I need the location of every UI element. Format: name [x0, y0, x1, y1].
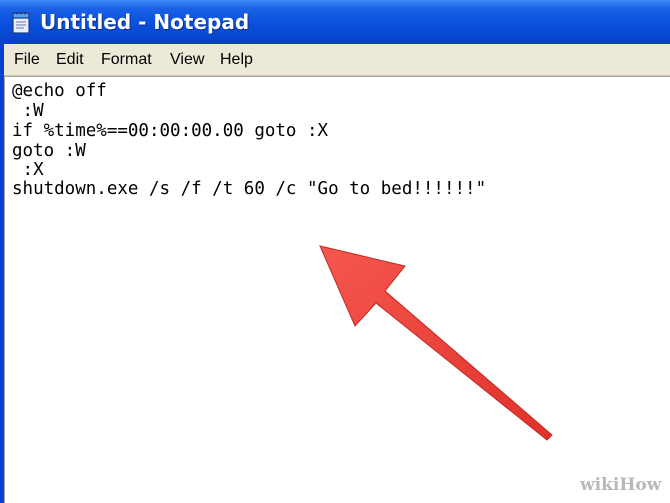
window-title: Untitled - Notepad: [40, 10, 250, 34]
wikihow-watermark: wikiHow: [580, 475, 662, 495]
notepad-window: Untitled - Notepad File Edit Format View…: [0, 0, 670, 503]
menu-edit[interactable]: Edit: [56, 51, 84, 69]
code-line: shutdown.exe /s /f /t 60 /c "Go to bed!!…: [12, 179, 487, 199]
code-line: if %time%==00:00:00.00 goto :X: [12, 121, 329, 141]
notepad-icon: [12, 11, 30, 34]
text-editor[interactable]: @echo off :W if %time%==00:00:00.00 goto…: [4, 76, 670, 503]
code-line: goto :W: [12, 141, 86, 161]
menu-help[interactable]: Help: [220, 51, 253, 69]
code-line: @echo off: [12, 81, 107, 101]
code-line: :X: [12, 160, 44, 180]
menu-bar: File Edit Format View Help: [4, 44, 670, 76]
menu-file[interactable]: File: [14, 51, 40, 69]
menu-format[interactable]: Format: [101, 51, 152, 69]
title-bar[interactable]: Untitled - Notepad: [0, 0, 670, 44]
code-line: :W: [12, 101, 44, 121]
menu-view[interactable]: View: [170, 51, 204, 69]
